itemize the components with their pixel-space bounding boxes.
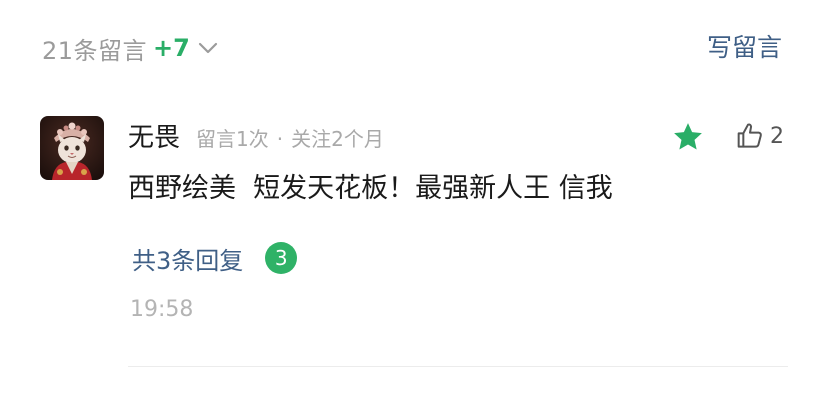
chevron-down-icon[interactable]: [198, 38, 218, 58]
comments-header[interactable]: 21条留言 +7: [42, 28, 218, 68]
meta-separator: ·: [276, 127, 284, 151]
comments-page: 21条留言 +7 写留言 无畏 留言1次 · 关注2个月 2 西野绘美 短发天花…: [0, 0, 828, 400]
like-button[interactable]: 2: [734, 117, 784, 155]
comment-text: 西野绘美 短发天花板！最强新人王 信我: [128, 173, 613, 204]
username[interactable]: 无畏: [128, 117, 180, 154]
new-comments-delta: +7: [153, 34, 190, 62]
replies-badge: 3: [265, 242, 298, 274]
replies-label: 共3条回复: [132, 246, 244, 275]
view-replies-button[interactable]: 共3条回复 3: [132, 238, 298, 278]
comment-time: 19:58: [130, 297, 194, 322]
divider: [128, 366, 788, 367]
comment-count: 21条留言: [42, 36, 148, 65]
comment-meta-line: 无畏 留言1次 · 关注2个月: [128, 117, 384, 153]
write-comment-button[interactable]: 写留言: [707, 28, 782, 68]
thumbs-up-icon: [734, 120, 766, 152]
avatar[interactable]: [40, 116, 104, 180]
star-icon[interactable]: [671, 120, 705, 154]
like-count: 2: [770, 123, 784, 149]
comment-count-meta: 留言1次: [196, 127, 269, 151]
follow-duration: 关注2个月: [291, 127, 384, 151]
